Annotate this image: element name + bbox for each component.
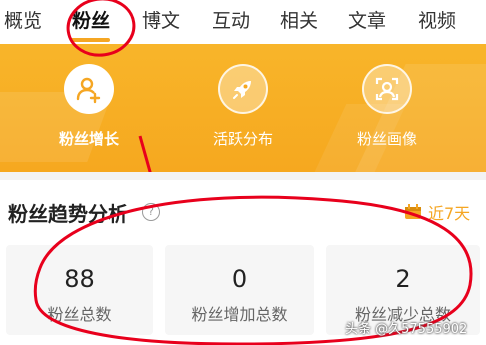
stat-value: 88 (64, 265, 95, 293)
watermark: 头条 @久57555902 (345, 322, 468, 337)
stat-label: 粉丝增加总数 (191, 305, 288, 324)
banner-item-fan-portrait[interactable]: 粉丝画像 (327, 64, 447, 149)
portrait-icon (362, 64, 412, 114)
tab-posts[interactable]: 博文 (142, 6, 180, 33)
banner-item-label: 活跃分布 (212, 130, 273, 148)
stat-card-fans-gained: 0 粉丝增加总数 (165, 245, 314, 335)
stat-label: 粉丝总数 (47, 305, 112, 324)
tab-interaction[interactable]: 互动 (212, 6, 250, 33)
tab-fans[interactable]: 粉丝 (72, 6, 110, 33)
section-divider (0, 172, 486, 180)
annotation-arrow (138, 135, 152, 172)
tab-related[interactable]: 相关 (280, 6, 318, 33)
help-icon[interactable]: ? (142, 203, 160, 221)
fans-banner: 粉丝增长 活跃分布 粉丝画像 (0, 44, 486, 172)
banner-item-fan-growth[interactable]: 粉丝增长 (29, 64, 149, 149)
tab-overview[interactable]: 概览 (4, 6, 42, 33)
stat-value: 2 (395, 265, 411, 293)
banner-item-active-distribution[interactable]: 活跃分布 (183, 64, 303, 149)
rocket-icon (218, 64, 268, 114)
top-tab-bar: 概览 粉丝 博文 互动 相关 文章 视频 (0, 0, 486, 44)
user-add-icon (64, 64, 114, 114)
tab-articles[interactable]: 文章 (348, 6, 386, 33)
active-tab-indicator (70, 38, 110, 42)
stat-value: 0 (231, 265, 248, 293)
date-range-label: 近7天 (428, 204, 471, 223)
section-title: 粉丝趋势分析 (8, 202, 128, 226)
calendar-icon (405, 204, 421, 219)
stat-card-total-fans: 88 粉丝总数 (6, 245, 153, 335)
date-range-selector[interactable]: 近7天 (404, 200, 470, 224)
banner-item-label: 粉丝画像 (356, 130, 417, 148)
tab-videos[interactable]: 视频 (418, 6, 456, 33)
banner-item-label: 粉丝增长 (58, 130, 119, 148)
